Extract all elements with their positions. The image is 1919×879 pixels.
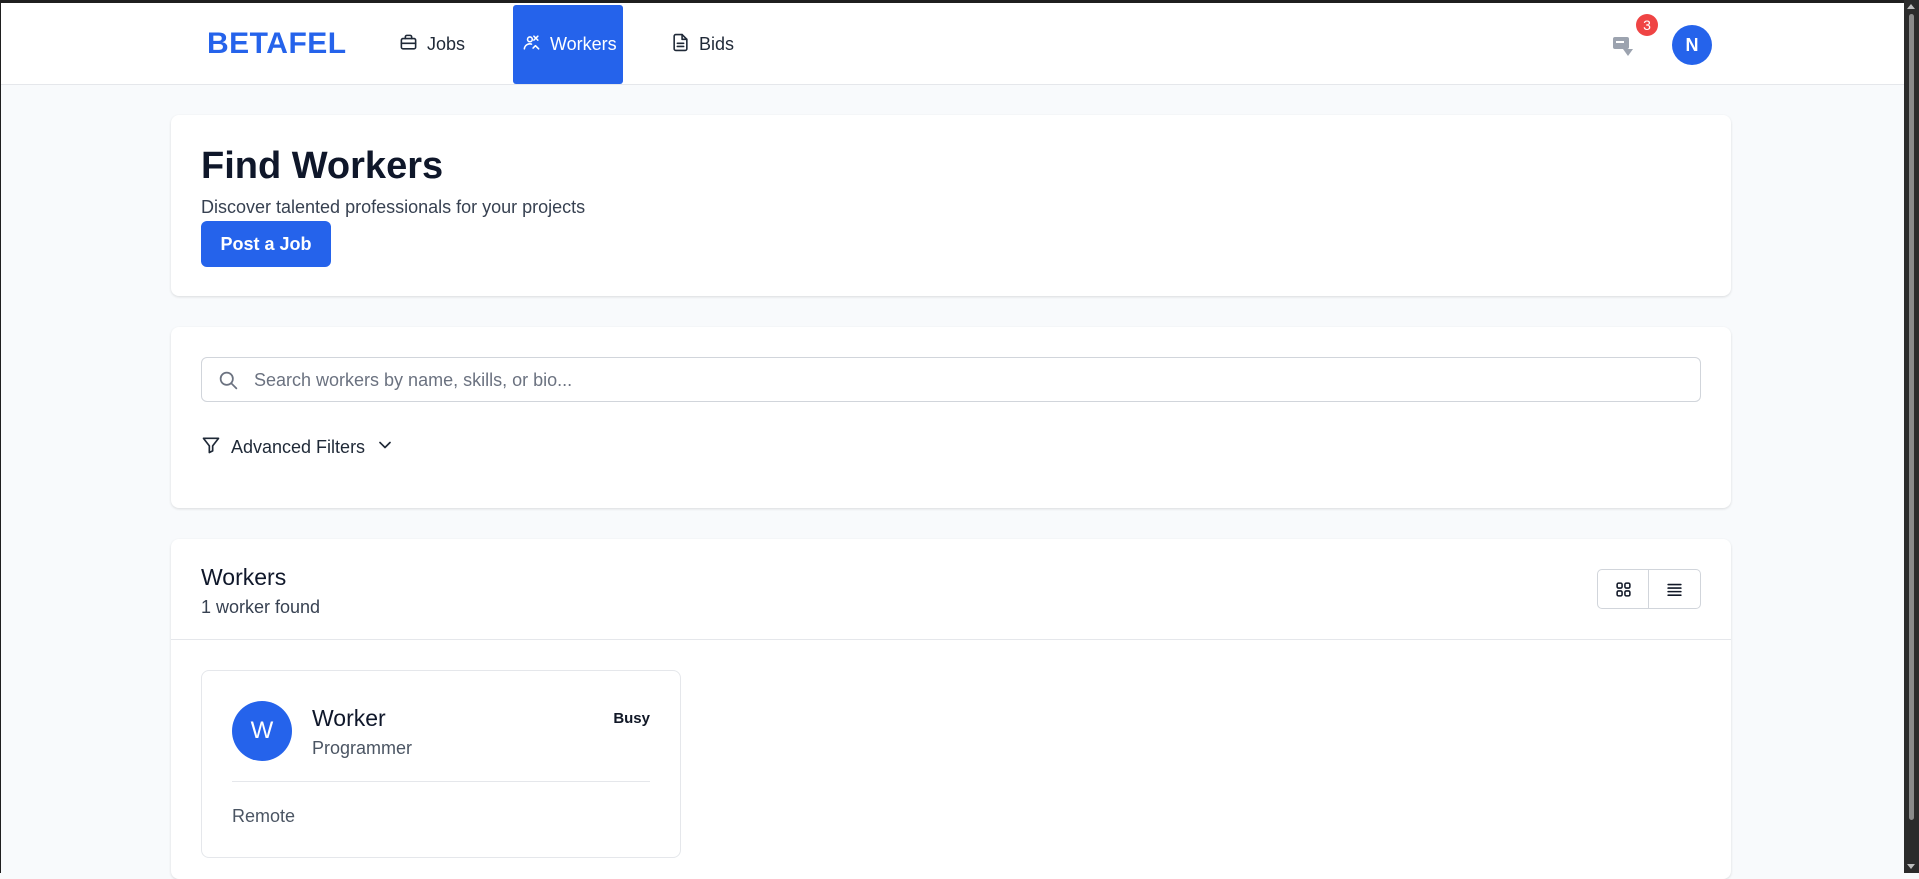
window-frame-left xyxy=(0,0,1,873)
document-icon xyxy=(671,33,690,57)
workers-count: 1 worker found xyxy=(201,597,321,617)
scroll-down-arrow-icon[interactable] xyxy=(1907,864,1915,869)
chevron-down-icon xyxy=(375,435,395,460)
worker-location: Remote xyxy=(232,806,296,826)
nav-item-workers[interactable]: Workers xyxy=(513,5,623,84)
page-subtitle: Discover talented professionals for your… xyxy=(201,197,586,217)
briefcase-icon xyxy=(399,33,418,57)
worker-card[interactable]: W Worker Programmer Busy Remote xyxy=(201,670,681,858)
worker-icon xyxy=(522,33,541,57)
user-avatar[interactable]: N xyxy=(1672,25,1712,65)
top-navbar: BETAFEL Jobs Workers Bids 3 N xyxy=(1,3,1904,85)
workers-header: Workers 1 worker found xyxy=(171,539,1731,640)
list-view-button[interactable] xyxy=(1649,569,1701,609)
workers-section: Workers 1 worker found W Worker Programm… xyxy=(171,539,1731,879)
nav-item-jobs[interactable]: Jobs xyxy=(377,5,487,84)
list-icon xyxy=(1667,583,1682,596)
nav-item-label: Workers xyxy=(550,34,617,54)
brand-logo[interactable]: BETAFEL xyxy=(207,27,347,61)
notification-count-badge: 3 xyxy=(1636,14,1658,36)
search-input[interactable] xyxy=(252,358,1686,403)
advanced-filters-label: Advanced Filters xyxy=(231,437,366,457)
filter-icon xyxy=(201,435,221,460)
nav-item-label: Bids xyxy=(699,34,735,54)
page-title: Find Workers xyxy=(201,145,444,187)
worker-name[interactable]: Worker xyxy=(312,705,386,732)
nav-item-bids[interactable]: Bids xyxy=(649,5,756,84)
worker-status-badge: Busy xyxy=(613,710,650,727)
grid-view-button[interactable] xyxy=(1597,569,1649,609)
workers-title: Workers xyxy=(201,564,287,590)
nav-item-label: Jobs xyxy=(427,34,466,54)
notifications-button[interactable] xyxy=(1611,33,1635,59)
hero-section: Find Workers Discover talented professio… xyxy=(171,115,1731,296)
divider xyxy=(232,781,650,782)
search-section: Advanced Filters xyxy=(171,327,1731,508)
search-box xyxy=(201,357,1701,403)
worker-role: Programmer xyxy=(312,738,413,758)
post-job-button[interactable]: Post a Job xyxy=(201,221,331,267)
grid-icon xyxy=(1615,581,1631,597)
scroll-up-arrow-icon[interactable] xyxy=(1907,4,1915,9)
worker-avatar: W xyxy=(232,701,292,761)
search-icon xyxy=(218,370,239,391)
scrollbar-thumb[interactable] xyxy=(1909,14,1914,820)
message-icon xyxy=(1613,37,1633,56)
advanced-filters-toggle[interactable]: Advanced Filters xyxy=(201,435,395,460)
page-scrollbar[interactable] xyxy=(1904,0,1919,873)
view-mode-toggle xyxy=(1597,569,1701,609)
